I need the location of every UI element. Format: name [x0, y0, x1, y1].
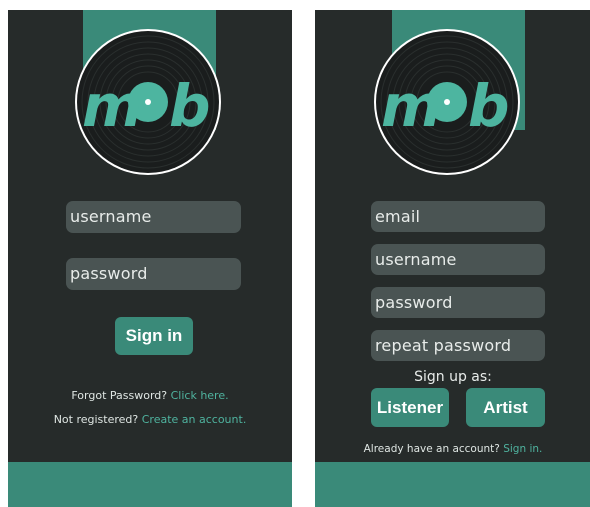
artist-button[interactable]: Artist	[466, 388, 545, 427]
vinyl-record-icon: m b	[74, 28, 222, 176]
sign-up-as-label: Sign up as:	[414, 369, 492, 385]
create-account-link[interactable]: Create an account.	[142, 413, 247, 426]
logo-text-b: b	[169, 72, 211, 140]
forgot-password-link[interactable]: Click here.	[171, 389, 229, 402]
footer-bar	[315, 462, 590, 507]
already-have-account-text: Already have an account?	[363, 443, 500, 455]
signup-screen: m b email username password repeat passw…	[315, 10, 590, 507]
mob-logo: m b	[74, 28, 222, 176]
password-input[interactable]: password	[371, 287, 545, 318]
not-registered-text: Not registered?	[53, 413, 139, 426]
forgot-password-text: Forgot Password?	[71, 389, 168, 402]
footer-bar	[8, 462, 292, 507]
vinyl-record-icon: m b	[373, 28, 521, 176]
logo-text-b: b	[468, 72, 510, 140]
sign-in-link[interactable]: Sign in.	[503, 443, 542, 455]
repeat-password-input[interactable]: repeat password	[371, 330, 545, 361]
logo-text-m: m	[82, 72, 142, 140]
create-account-row: Not registered? Create an account.	[8, 413, 292, 426]
mob-logo: m b	[373, 28, 521, 176]
username-input[interactable]: username	[371, 244, 545, 275]
username-input[interactable]: username	[66, 201, 241, 233]
login-screen: m b username password Sign in Forgot Pas…	[8, 10, 292, 507]
forgot-password-row: Forgot Password? Click here.	[8, 389, 292, 402]
sign-in-row: Already have an account? Sign in.	[315, 443, 590, 455]
logo-text-m: m	[381, 72, 441, 140]
password-input[interactable]: password	[66, 258, 241, 290]
email-input[interactable]: email	[371, 201, 545, 232]
sign-in-button[interactable]: Sign in	[115, 317, 193, 355]
listener-button[interactable]: Listener	[371, 388, 449, 427]
